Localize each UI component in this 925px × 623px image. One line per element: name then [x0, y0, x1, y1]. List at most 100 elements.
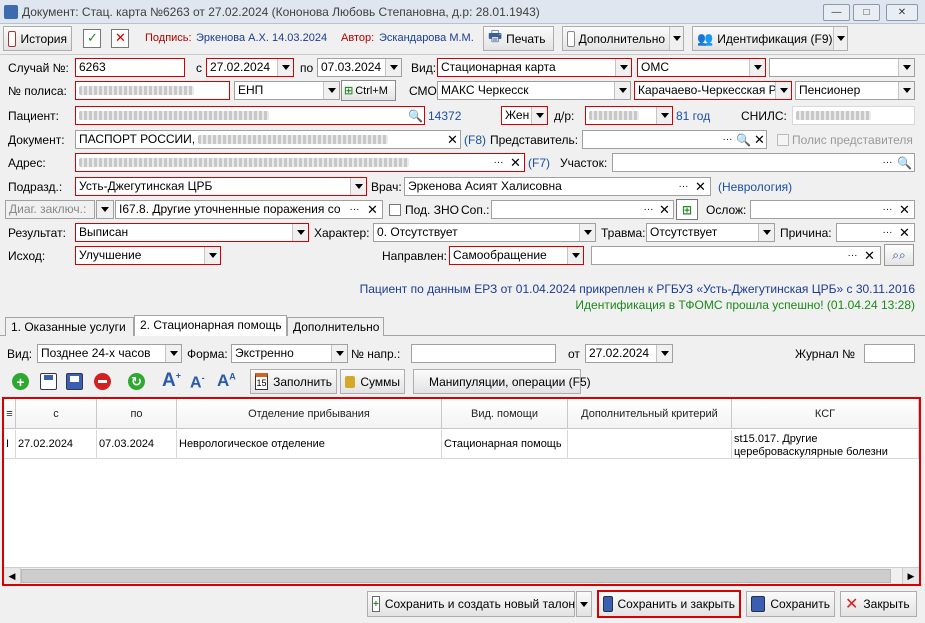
scroll-thumb[interactable]: [21, 569, 891, 583]
identification-button[interactable]: 👥 Идентификация (F9): [692, 26, 848, 51]
grid-header-department[interactable]: Отделение прибывания: [177, 399, 442, 429]
save-new-dropdown[interactable]: [576, 591, 592, 617]
clear-x-icon[interactable]: ✕: [445, 131, 460, 148]
ellipsis-icon[interactable]: ···: [347, 201, 362, 218]
chevron-down-icon[interactable]: [531, 107, 547, 124]
close-window-icon[interactable]: ✕: [886, 4, 918, 21]
diagnosis-input[interactable]: I67.8. Другие уточненные поражения со: [115, 200, 383, 219]
payment-select[interactable]: ОМС: [637, 58, 766, 77]
grid-header-to[interactable]: по: [97, 399, 177, 429]
patient-id-link[interactable]: 14372: [428, 109, 461, 123]
search-icon[interactable]: 🔍: [897, 154, 912, 171]
ellipsis-icon[interactable]: ···: [676, 178, 691, 195]
journal-input[interactable]: [864, 344, 915, 363]
snils-input[interactable]: [792, 106, 915, 125]
chevron-down-icon[interactable]: [292, 224, 308, 241]
chevron-down-icon[interactable]: [97, 201, 113, 218]
delete-row-icon[interactable]: [94, 373, 111, 390]
case-no-input[interactable]: 6263: [75, 58, 185, 77]
direction-no-input[interactable]: [411, 344, 556, 363]
date-to-input[interactable]: 07.03.2024: [317, 58, 402, 77]
font-increase-icon[interactable]: A+: [162, 370, 181, 392]
chevron-down-icon[interactable]: [579, 224, 595, 241]
chevron-down-icon[interactable]: [749, 59, 765, 76]
chevron-down-icon[interactable]: [385, 59, 401, 76]
chevron-down-icon[interactable]: [656, 345, 672, 362]
chevron-down-icon[interactable]: [656, 107, 672, 124]
search-icon[interactable]: 🔍: [736, 131, 751, 148]
zno-checkbox[interactable]: [389, 204, 401, 216]
policy-representative-checkbox[interactable]: [777, 134, 789, 146]
grid-header-ksg[interactable]: КСГ: [732, 399, 919, 429]
chevron-down-icon[interactable]: [615, 59, 631, 76]
clear-x-icon[interactable]: ✕: [657, 201, 672, 218]
ellipsis-icon[interactable]: ···: [880, 201, 895, 218]
ctrl-m-button[interactable]: ⊞ Ctrl+M: [341, 80, 396, 101]
document-input[interactable]: ПАСПОРТ РОССИИ,: [75, 130, 461, 149]
chevron-down-icon[interactable]: [669, 27, 683, 50]
clear-x-icon[interactable]: ✕: [897, 201, 912, 218]
clear-x-icon[interactable]: ✕: [365, 201, 380, 218]
cell-department[interactable]: Неврологическое отделение: [177, 430, 442, 459]
policy-number-input[interactable]: [75, 81, 230, 100]
dob-input[interactable]: [585, 106, 673, 125]
grid-hscrollbar[interactable]: ◀ ▶: [4, 567, 919, 584]
chevron-down-icon[interactable]: [614, 82, 630, 99]
doctor-input[interactable]: Эркенова Асият Халисовна: [404, 177, 711, 196]
search-icon[interactable]: 🔍: [408, 107, 423, 124]
division-select[interactable]: Усть-Джегутинская ЦРБ: [75, 177, 367, 196]
direction-date-input[interactable]: 27.02.2024: [585, 344, 673, 363]
refresh-icon[interactable]: ↻: [128, 373, 145, 390]
clear-x-icon[interactable]: ✕: [508, 154, 523, 171]
patient-input[interactable]: [75, 106, 425, 125]
clear-x-icon[interactable]: ✕: [897, 224, 912, 241]
chevron-down-icon[interactable]: [576, 592, 591, 616]
tab-additional[interactable]: Дополнительно: [287, 317, 384, 336]
directed-select[interactable]: Самообращение: [449, 246, 584, 265]
clear-x-icon[interactable]: ✕: [752, 131, 767, 148]
sums-button[interactable]: Суммы: [340, 369, 405, 394]
ellipsis-icon[interactable]: ···: [720, 131, 735, 148]
date-from-input[interactable]: 27.02.2024: [206, 58, 294, 77]
font-decrease-icon[interactable]: A-: [190, 373, 205, 392]
category-select[interactable]: Пенсионер: [795, 81, 915, 100]
chevron-down-icon[interactable]: [898, 59, 914, 76]
fill-button[interactable]: 15 Заполнить: [250, 369, 337, 394]
save-new-button[interactable]: + Сохранить и создать новый талон: [367, 591, 575, 617]
ellipsis-icon[interactable]: ···: [880, 154, 895, 171]
result-select[interactable]: Выписан: [75, 223, 309, 242]
ellipsis-icon[interactable]: ···: [880, 224, 895, 241]
binoculars-icon[interactable]: ⌕⌕: [884, 244, 914, 266]
maximize-icon[interactable]: □: [853, 4, 880, 21]
diag-dropdown[interactable]: [96, 200, 114, 219]
manipulations-button[interactable]: Манипуляции, операции (F5): [413, 369, 591, 394]
ellipsis-icon[interactable]: ···: [845, 247, 860, 264]
additional-button[interactable]: Дополнительно: [562, 26, 684, 51]
history-button[interactable]: История: [3, 26, 72, 51]
scroll-left-icon[interactable]: ◀: [4, 568, 21, 584]
f7-link[interactable]: (F7): [528, 156, 550, 170]
font-reset-icon[interactable]: AA: [217, 371, 236, 391]
kind-select[interactable]: Стационарная карта: [437, 58, 632, 77]
tab-inpatient[interactable]: 2. Стационарная помощь: [134, 315, 287, 336]
region-select[interactable]: Карачаево-Черкесская Р: [634, 81, 792, 100]
chevron-down-icon[interactable]: [833, 27, 847, 50]
character-select[interactable]: 0. Отсутствует: [373, 223, 596, 242]
tab-services[interactable]: 1. Оказанные услуги: [5, 317, 134, 336]
clear-x-icon[interactable]: ✕: [693, 178, 708, 195]
extra-select[interactable]: [769, 58, 915, 77]
address-input[interactable]: [75, 153, 525, 172]
cell-care-type[interactable]: Стационарная помощь: [442, 430, 568, 459]
print-button[interactable]: 🖶 Печать: [483, 26, 554, 51]
grid-header-criterion[interactable]: Дополнительный критерий: [568, 399, 732, 429]
filter-kind-select[interactable]: Позднее 24-х часов: [37, 344, 182, 363]
chevron-down-icon[interactable]: [323, 82, 339, 99]
f8-link[interactable]: (F8): [464, 133, 486, 147]
policy-type-select[interactable]: ЕНП: [234, 81, 340, 100]
ellipsis-icon[interactable]: ···: [641, 201, 656, 218]
chevron-down-icon[interactable]: [204, 247, 220, 264]
trauma-select[interactable]: Отсутствует: [646, 223, 775, 242]
chevron-down-icon[interactable]: [758, 224, 774, 241]
diag-conclusion-select[interactable]: Диаг. заключ.:: [5, 200, 95, 219]
directed-org-input[interactable]: [591, 246, 881, 265]
